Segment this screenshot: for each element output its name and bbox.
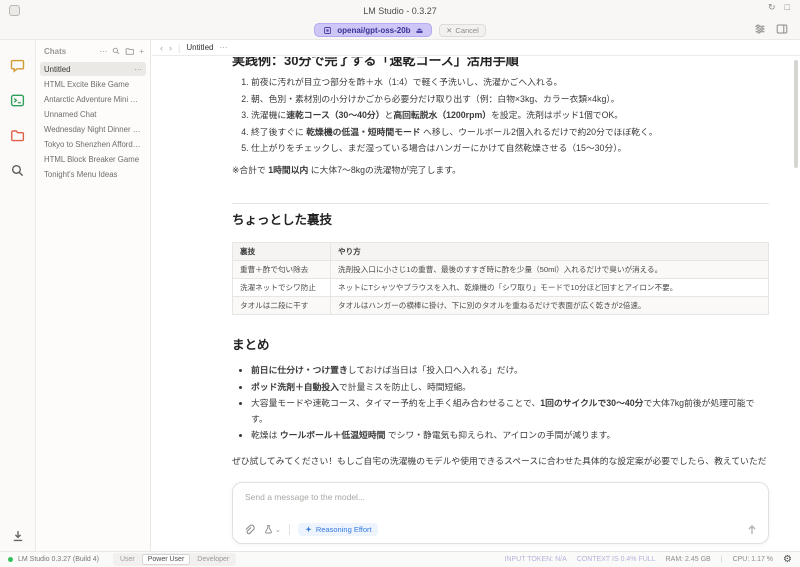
titlebar: LM Studio - 0.3.27 ↻ □ openai/gpt-oss-20…: [0, 0, 800, 40]
assistant-message: 実践例：30分で完了する「速乾コース」活用手順 前夜に汚れが目立つ部分を酢＋水（…: [152, 57, 800, 471]
table-row: 洗濯ネットでシワ防止 ネットにTシャツやブラウスを入れ、乾燥機の「シワ取り」モード…: [232, 277, 769, 297]
table-row: タオルは二段に干す タオルはハンガーの横棒に掛け、下に別のタオルを重ねるだけで表面…: [232, 295, 769, 315]
chat-list: Untitled ⋯ HTML Excite Bike Game Antarct…: [36, 62, 150, 181]
tab-separator: |: [178, 42, 181, 53]
section-divider: [232, 203, 769, 204]
summary-item: 大容量モードや速乾コース、タイマー予約を上手く組み合わせることで、1回のサイクル…: [251, 396, 769, 427]
step-item: 仕上がりをチェックし、まだ湿っている場合はハンガーにかけて自然乾燥させる（15〜…: [251, 141, 769, 157]
input-placeholder: Send a message to the model...: [245, 492, 366, 502]
mode-user[interactable]: User: [115, 555, 140, 564]
closing-paragraph: ぜひ試してみてください！もしご自宅の洗濯機のモデルや使用できるスペースに合わせた…: [232, 455, 767, 466]
cancel-button[interactable]: ✕ Cancel: [439, 23, 486, 37]
attach-file-icon[interactable]: [243, 524, 255, 536]
tab-bar: ‹ › | Untitled ⋯: [152, 40, 800, 56]
eject-model-icon[interactable]: ⏏: [416, 26, 424, 35]
chat-list-item[interactable]: Wednesday Night Dinner Recomme...: [40, 122, 146, 136]
table-header-row: 裏技 やり方: [232, 241, 769, 261]
new-chat-icon[interactable]: +: [139, 47, 144, 56]
reasoning-icon: [305, 526, 312, 533]
step-item: 洗濯機に速乾コース（30〜40分）と高回転脱水（1200rpm）を設定。洗剤はポ…: [251, 108, 769, 124]
chat-main-area: ‹ › | Untitled ⋯ 実践例：30分で完了する「速乾コース」活用手順…: [152, 40, 800, 551]
cpu-usage: CPU: 1.17 %: [732, 556, 774, 563]
summary-item: 乾燥は ウールボール＋低温短時間 でシワ・静電気も抑えられ、アイロンの手間が減り…: [251, 428, 769, 444]
downloads-icon[interactable]: [0, 529, 36, 543]
app-version: LM Studio 0.3.27 (Build 4): [18, 556, 99, 563]
app-menu-icon[interactable]: [9, 5, 20, 16]
status-green-dot: [8, 557, 13, 562]
model-chip-icon: [324, 26, 332, 34]
flask-icon: [265, 525, 272, 534]
send-button[interactable]: [746, 524, 758, 536]
tab-back-icon[interactable]: ‹: [160, 43, 163, 53]
summary-heading: まとめ: [232, 337, 270, 352]
tab-forward-icon[interactable]: ›: [169, 43, 172, 53]
summary-list: 前日に仕分け・つけ置きしておけば当日は「投入口へ入れる」だけ。 ポッド洗剤＋自動…: [232, 363, 769, 444]
chat-list-item[interactable]: HTML Excite Bike Game: [40, 77, 146, 91]
message-heading: 実践例：30分で完了する「速乾コース」活用手順: [232, 57, 519, 68]
chats-more-icon[interactable]: ⋯: [99, 47, 107, 56]
settings-gear-icon[interactable]: ⚙: [783, 554, 792, 565]
chevron-down-icon: ⌄: [275, 526, 281, 534]
toggle-sidebar-icon[interactable]: [776, 23, 788, 35]
developer-page-icon[interactable]: [9, 91, 27, 109]
my-models-page-icon[interactable]: [9, 126, 27, 144]
tips-heading: ちょっとした裏技: [232, 213, 333, 227]
new-folder-icon[interactable]: [125, 47, 135, 56]
chats-panel: Chats ⋯ + Untitled ⋯ HTML Excite Bike Ga…: [36, 40, 151, 551]
chats-search-icon[interactable]: [112, 47, 120, 55]
reasoning-effort-button[interactable]: Reasoning Effort: [297, 523, 378, 536]
status-bar: LM Studio 0.3.27 (Build 4) User Power Us…: [0, 551, 800, 567]
close-icon: ✕: [446, 25, 453, 35]
summary-item: ポッド洗剤＋自動投入で計量ミスを防止し、時間短縮。: [251, 380, 769, 396]
message-input[interactable]: Send a message to the model... ⌄ Reasoni…: [232, 482, 769, 544]
chat-list-item[interactable]: Untitled ⋯: [40, 62, 146, 76]
chat-list-item[interactable]: HTML Block Breaker Game: [40, 152, 146, 166]
chat-list-item[interactable]: Unnamed Chat: [40, 107, 146, 121]
total-time-note: ※合計で 1時間以内 に大体7〜8kgの洗濯物が完了します。: [232, 164, 461, 175]
tab-more-icon[interactable]: ⋯: [219, 43, 227, 52]
sliders-icon[interactable]: [754, 23, 766, 35]
chats-panel-title: Chats: [44, 46, 67, 56]
mode-power-user[interactable]: Power User: [141, 554, 191, 565]
context-status: CONTEXT IS 0.4% FULL: [576, 556, 656, 563]
discover-page-icon[interactable]: [9, 161, 27, 179]
table-row: 重曹＋酢で匂い除去 洗剤投入口に小さじ1の重曹、最後のすすぎ時に酢を少量（50ml…: [232, 259, 769, 279]
mode-developer[interactable]: Developer: [192, 555, 234, 564]
window-title: LM Studio - 0.3.27: [363, 5, 437, 16]
step-item: 終了後すぐに 乾燥機の低温・短時間モード へ移し、ウールボール2個入れるだけで約…: [251, 125, 769, 141]
left-rail: [0, 40, 36, 551]
step-item: 朝、色別・素材別の小分けかごから必要分だけ取り出す（例：白物×3kg、カラー衣類…: [251, 92, 769, 108]
prompt-tools-button[interactable]: ⌄: [263, 524, 281, 535]
chat-list-item[interactable]: Tokyo to Shenzhen Affordable Travel...: [40, 137, 146, 151]
ram-usage: RAM: 2.45 GB: [665, 556, 711, 563]
tab-untitled[interactable]: Untitled: [186, 43, 213, 52]
chat-item-more-icon[interactable]: ⋯: [134, 65, 142, 74]
user-mode-switch: User Power User Developer: [112, 553, 237, 566]
tips-table: 裏技 やり方 重曹＋酢で匂い除去 洗剤投入口に小さじ1の重曹、最後のすすぎ時に酢を…: [232, 241, 769, 315]
chat-list-item[interactable]: Tonight's Menu Ideas: [40, 167, 146, 181]
steps-list: 前夜に汚れが目立つ部分を酢＋水（1:4）で軽く予洗いし、洗濯かごへ入れる。 朝、…: [232, 75, 769, 157]
composer-divider: [288, 524, 290, 535]
update-refresh-icon[interactable]: ↻: [768, 2, 776, 13]
model-name: openai/gpt-oss-20b: [337, 25, 411, 35]
input-token-status: INPUT TOKEN: N/A: [504, 556, 567, 563]
step-item: 前夜に汚れが目立つ部分を酢＋水（1:4）で軽く予洗いし、洗濯かごへ入れる。: [251, 75, 769, 91]
chat-list-item[interactable]: Antarctic Adventure Mini Game: [40, 92, 146, 106]
model-selector[interactable]: openai/gpt-oss-20b ⏏: [314, 23, 433, 37]
maximize-icon[interactable]: □: [785, 2, 790, 13]
summary-item: 前日に仕分け・つけ置きしておけば当日は「投入口へ入れる」だけ。: [251, 363, 769, 379]
chat-page-icon[interactable]: [9, 56, 27, 74]
